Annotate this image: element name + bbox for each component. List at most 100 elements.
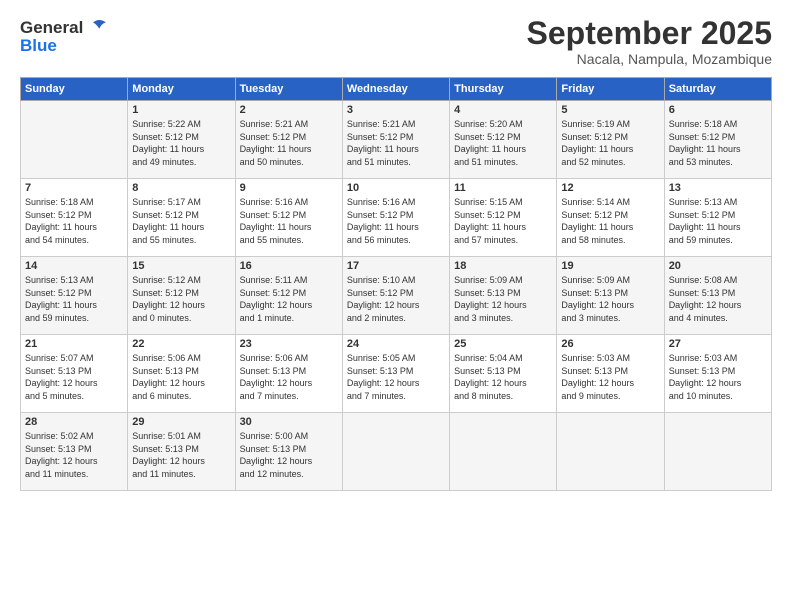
day-info-line: Daylight: 11 hours [454,143,552,156]
day-info-line: Sunrise: 5:11 AM [240,274,338,287]
day-info: Sunrise: 5:10 AMSunset: 5:12 PMDaylight:… [347,274,445,324]
day-info-line: and 51 minutes. [454,156,552,169]
day-info-line: Sunrise: 5:20 AM [454,118,552,131]
calendar-cell [557,413,664,491]
day-info: Sunrise: 5:03 AMSunset: 5:13 PMDaylight:… [561,352,659,402]
calendar-week-row: 7Sunrise: 5:18 AMSunset: 5:12 PMDaylight… [21,179,772,257]
day-info-line: Daylight: 12 hours [561,377,659,390]
day-info-line: and 11 minutes. [132,468,230,481]
day-info-line: Sunrise: 5:16 AM [347,196,445,209]
calendar-cell: 27Sunrise: 5:03 AMSunset: 5:13 PMDayligh… [664,335,771,413]
day-info-line: Daylight: 12 hours [561,299,659,312]
col-header-monday: Monday [128,78,235,101]
day-info-line: Sunrise: 5:22 AM [132,118,230,131]
day-info-line: Sunrise: 5:15 AM [454,196,552,209]
calendar-cell: 16 Sunrise: 5:11 AMSunset: 5:12 PMDayligh… [235,257,342,335]
logo-general: General [20,18,83,38]
calendar-cell: 28Sunrise: 5:02 AMSunset: 5:13 PMDayligh… [21,413,128,491]
calendar-week-row: 28Sunrise: 5:02 AMSunset: 5:13 PMDayligh… [21,413,772,491]
day-info-line: Sunset: 5:12 PM [669,209,767,222]
day-info-line: Sunset: 5:12 PM [347,209,445,222]
day-number: 3 [347,104,445,116]
calendar-cell: 5Sunrise: 5:19 AMSunset: 5:12 PMDaylight… [557,101,664,179]
day-info: Sunrise: 5:09 AMSunset: 5:13 PMDaylight:… [561,274,659,324]
day-info-line: Sunset: 5:13 PM [454,287,552,300]
day-info-line: Sunset: 5:12 PM [561,209,659,222]
day-info-line: Daylight: 12 hours [132,377,230,390]
day-info-line: and 55 minutes. [132,234,230,247]
day-info-line: Sunrise: 5:03 AM [561,352,659,365]
day-info-line: and 11 minutes. [25,468,123,481]
day-info: Sunrise: 5:16 AMSunset: 5:12 PMDaylight:… [347,196,445,246]
day-info-line: Daylight: 11 hours [561,143,659,156]
day-info: Sunrise: 5:11 AMSunset: 5:12 PMDaylight:… [240,274,338,324]
day-info-line: Sunrise: 5:09 AM [561,274,659,287]
day-info-line: Daylight: 11 hours [669,221,767,234]
col-header-wednesday: Wednesday [342,78,449,101]
col-header-saturday: Saturday [664,78,771,101]
day-info: Sunrise: 5:13 AMSunset: 5:12 PMDaylight:… [25,274,123,324]
day-info-line: Sunset: 5:12 PM [240,131,338,144]
day-number: 25 [454,338,552,350]
day-info-line: Sunset: 5:12 PM [347,131,445,144]
day-number: 16 [240,260,338,272]
day-info-line: Sunrise: 5:21 AM [347,118,445,131]
day-number: 11 [454,182,552,194]
day-info-line: Sunset: 5:13 PM [240,443,338,456]
day-info-line: and 6 minutes. [132,390,230,403]
day-number: 21 [25,338,123,350]
day-number: 5 [561,104,659,116]
calendar-cell: 13Sunrise: 5:13 AMSunset: 5:12 PMDayligh… [664,179,771,257]
calendar-cell: 26 Sunrise: 5:03 AMSunset: 5:13 PMDayligh… [557,335,664,413]
calendar-cell: 24Sunrise: 5:05 AMSunset: 5:13 PMDayligh… [342,335,449,413]
day-info-line: Sunrise: 5:06 AM [240,352,338,365]
day-info-line: Daylight: 12 hours [25,377,123,390]
day-info-line: Sunrise: 5:07 AM [25,352,123,365]
day-info-line: and 4 minutes. [669,312,767,325]
col-header-friday: Friday [557,78,664,101]
day-info-line: Daylight: 12 hours [454,299,552,312]
day-info-line: Sunrise: 5:18 AM [25,196,123,209]
day-info: Sunrise: 5:04 AMSunset: 5:13 PMDaylight:… [454,352,552,402]
day-number: 30 [240,416,338,428]
day-info-line: and 52 minutes. [561,156,659,169]
day-info-line: Daylight: 11 hours [25,221,123,234]
day-info-line: Sunset: 5:13 PM [454,365,552,378]
calendar-cell: 8Sunrise: 5:17 AMSunset: 5:12 PMDaylight… [128,179,235,257]
day-info-line: and 8 minutes. [454,390,552,403]
day-info-line: Sunset: 5:13 PM [347,365,445,378]
day-info-line: Sunset: 5:12 PM [347,287,445,300]
calendar-cell: 19Sunrise: 5:09 AMSunset: 5:13 PMDayligh… [557,257,664,335]
day-info: Sunrise: 5:13 AMSunset: 5:12 PMDaylight:… [669,196,767,246]
day-info-line: Sunset: 5:12 PM [240,209,338,222]
day-info-line: and 7 minutes. [347,390,445,403]
calendar-cell: 9Sunrise: 5:16 AMSunset: 5:12 PMDaylight… [235,179,342,257]
day-number: 22 [132,338,230,350]
day-info-line: and 1 minute. [240,312,338,325]
day-info-line: and 0 minutes. [132,312,230,325]
day-number: 1 [132,104,230,116]
day-info: Sunrise: 5:15 AMSunset: 5:12 PMDaylight:… [454,196,552,246]
calendar-cell: 4Sunrise: 5:20 AMSunset: 5:12 PMDaylight… [450,101,557,179]
day-info: Sunrise: 5:18 AMSunset: 5:12 PMDaylight:… [669,118,767,168]
day-info-line: Daylight: 12 hours [25,455,123,468]
day-info: Sunrise: 5:06 AMSunset: 5:13 PMDaylight:… [240,352,338,402]
day-number: 10 [347,182,445,194]
day-info-line: Daylight: 12 hours [240,455,338,468]
day-info-line: Sunset: 5:12 PM [240,287,338,300]
day-number: 26 [561,338,659,350]
col-header-tuesday: Tuesday [235,78,342,101]
day-info-line: Sunset: 5:13 PM [669,287,767,300]
day-info-line: Sunrise: 5:21 AM [240,118,338,131]
day-number: 2 [240,104,338,116]
day-info: Sunrise: 5:02 AMSunset: 5:13 PMDaylight:… [25,430,123,480]
day-number: 15 [132,260,230,272]
calendar-cell: 23Sunrise: 5:06 AMSunset: 5:13 PMDayligh… [235,335,342,413]
day-info: Sunrise: 5:16 AMSunset: 5:12 PMDaylight:… [240,196,338,246]
day-info-line: and 5 minutes. [25,390,123,403]
day-number: 7 [25,182,123,194]
day-info: Sunrise: 5:22 AMSunset: 5:12 PMDaylight:… [132,118,230,168]
day-number: 4 [454,104,552,116]
day-info-line: Sunrise: 5:05 AM [347,352,445,365]
day-info-line: Daylight: 12 hours [240,377,338,390]
